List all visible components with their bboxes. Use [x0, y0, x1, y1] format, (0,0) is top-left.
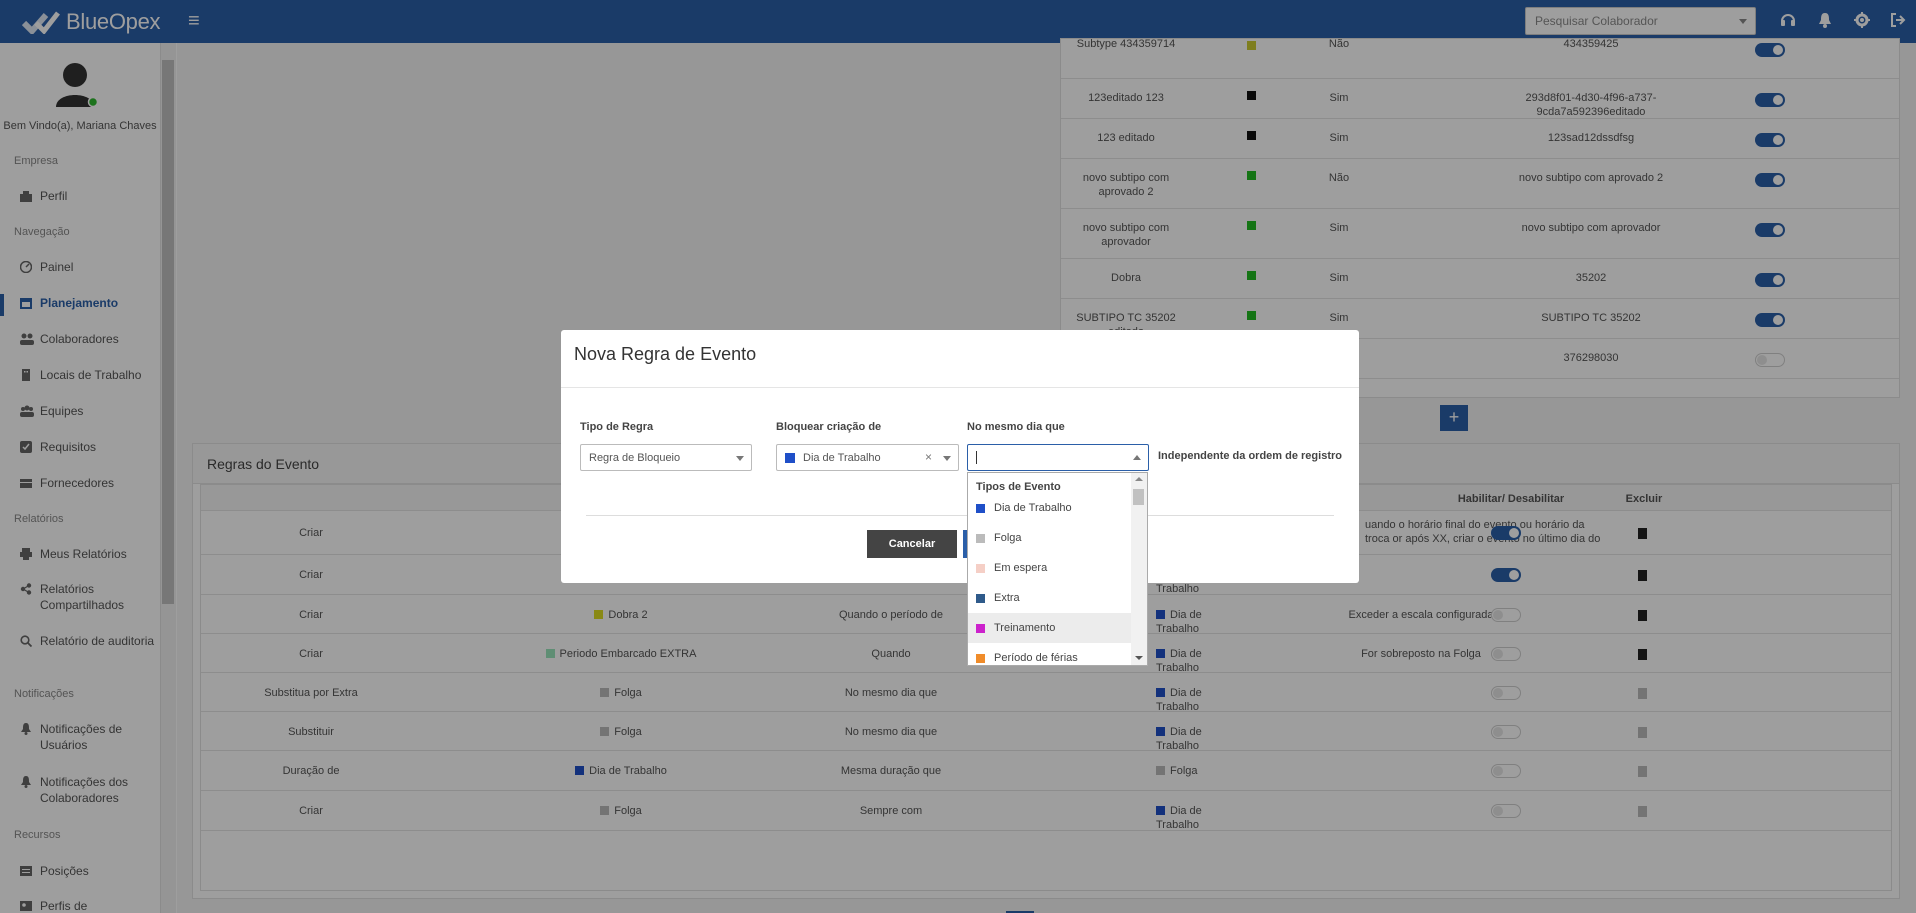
dropdown-group-label: Tipos de Evento: [976, 481, 1061, 493]
event-color-swatch: [976, 533, 985, 543]
dropdown-option-label: Extra: [994, 592, 1020, 604]
dropdown-option[interactable]: Período de férias: [968, 643, 1131, 665]
dropdown-scrollbar-thumb[interactable]: [1133, 489, 1144, 505]
dropdown-option[interactable]: Em espera: [968, 553, 1131, 583]
cancel-button[interactable]: Cancelar: [867, 530, 957, 558]
block-creation-select[interactable]: Dia de Trabalho ×: [776, 444, 959, 471]
block-creation-label: Bloquear criação de: [776, 421, 882, 433]
event-color-swatch: [976, 503, 985, 513]
rule-type-label: Tipo de Regra: [580, 421, 654, 433]
event-color-swatch: [785, 452, 795, 463]
dropdown-option[interactable]: Dia de Trabalho: [968, 493, 1131, 523]
chevron-up-icon: [1133, 455, 1141, 460]
chevron-down-icon: [943, 456, 951, 461]
event-color-swatch: [976, 593, 985, 603]
event-color-swatch: [976, 563, 985, 573]
chevron-down-icon: [736, 456, 744, 461]
modal-header-divider: [561, 387, 1359, 388]
same-day-label: No mesmo dia que: [967, 421, 1065, 433]
rule-type-value: Regra de Bloqueio: [589, 451, 681, 464]
dropdown-option[interactable]: Treinamento: [968, 613, 1131, 643]
modal-divider: [586, 515, 1334, 516]
dropdown-option[interactable]: Folga: [968, 523, 1131, 553]
order-independent-label: Independente da ordem de registro: [1158, 450, 1342, 462]
same-day-select[interactable]: [967, 444, 1149, 471]
dropdown-option-label: Dia de Trabalho: [994, 502, 1072, 514]
clear-selection-icon[interactable]: ×: [925, 450, 932, 464]
dropdown-option-label: Período de férias: [994, 652, 1078, 664]
scroll-up-icon[interactable]: [1135, 476, 1143, 482]
block-creation-value: Dia de Trabalho: [803, 451, 881, 464]
rule-type-select[interactable]: Regra de Bloqueio: [580, 444, 752, 471]
scroll-down-icon[interactable]: [1135, 655, 1143, 661]
dropdown-option-label: Folga: [994, 532, 1022, 544]
modal-title: Nova Regra de Evento: [574, 344, 757, 364]
dropdown-option[interactable]: Extra: [968, 583, 1131, 613]
event-color-swatch: [976, 653, 985, 663]
new-event-rule-modal: Nova Regra de Evento Tipo de Regra Regra…: [561, 330, 1359, 583]
dropdown-option-label: Treinamento: [994, 622, 1056, 634]
event-type-dropdown[interactable]: Tipos de Evento Dia de Trabalho Folga Em e…: [967, 472, 1148, 666]
text-cursor: [976, 451, 977, 464]
dropdown-option-label: Em espera: [994, 562, 1048, 574]
event-color-swatch: [976, 623, 985, 633]
